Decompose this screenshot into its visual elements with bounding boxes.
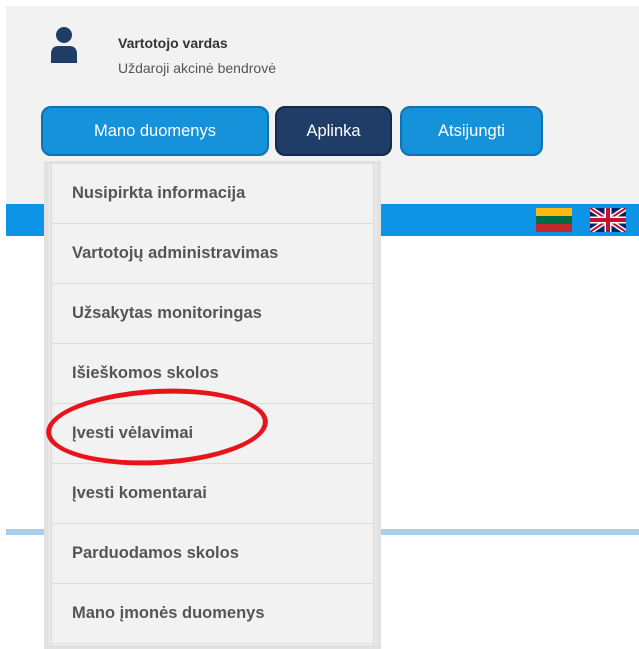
dropdown-list: Nusipirkta informacija Vartotojų adminis…	[51, 164, 374, 645]
menu-item-mano-imones-duomenys[interactable]: Mano įmonės duomenys	[52, 584, 373, 644]
menu-item-uzsakytas-monitoringas[interactable]: Užsakytas monitoringas	[52, 284, 373, 344]
flag-uk-icon[interactable]	[590, 208, 626, 232]
company-name: Uždaroji akcinė bendrovė	[118, 60, 276, 76]
mano-duomenys-button[interactable]: Mano duomenys	[41, 106, 269, 156]
user-icon	[51, 27, 77, 63]
flag-lithuania-icon[interactable]	[536, 208, 572, 232]
page: Vartotojo vardas Uždaroji akcinė bendrov…	[0, 0, 639, 649]
menu-item-ivesti-komentarai[interactable]: Įvesti komentarai	[52, 464, 373, 524]
aplinka-button[interactable]: Aplinka	[275, 106, 392, 156]
user-name: Vartotojo vardas	[118, 35, 228, 51]
menu-item-vartotoju-administravimas[interactable]: Vartotojų administravimas	[52, 224, 373, 284]
menu-item-isieskomos-skolos[interactable]: Išieškomos skolos	[52, 344, 373, 404]
menu-item-parduodamos-skolos[interactable]: Parduodamos skolos	[52, 524, 373, 584]
menu-item-nusipirkta-informacija[interactable]: Nusipirkta informacija	[52, 164, 373, 224]
atsijungti-button[interactable]: Atsijungti	[400, 106, 543, 156]
menu-item-ivesti-velavimai[interactable]: Įvesti vėlavimai	[52, 404, 373, 464]
aplinka-dropdown-menu: Nusipirkta informacija Vartotojų adminis…	[44, 161, 381, 649]
